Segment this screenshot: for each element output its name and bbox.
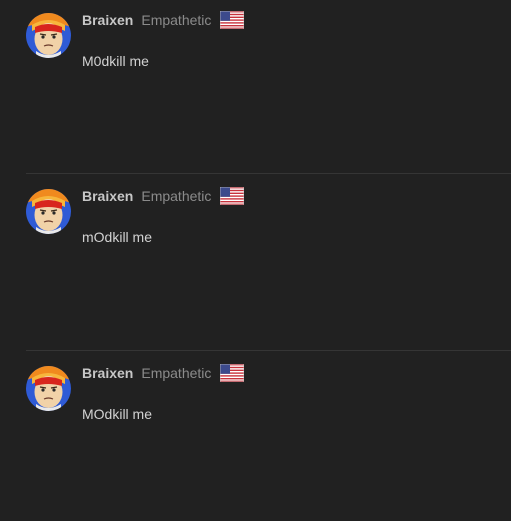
us-flag-icon (220, 11, 245, 29)
avatar[interactable] (26, 189, 71, 234)
post-meta: Braixen Empathetic (82, 185, 245, 207)
username[interactable]: Braixen (82, 365, 133, 381)
user-rank: Empathetic (141, 188, 212, 204)
avatar-image (26, 189, 71, 234)
post-meta: Braixen Empathetic (82, 9, 245, 31)
post-meta: Braixen Empathetic (82, 362, 245, 384)
avatar-image (26, 366, 71, 411)
post-body: M0dkill me (82, 53, 149, 69)
us-flag-icon (220, 364, 245, 382)
post-divider (26, 173, 511, 174)
post-body: MOdkill me (82, 406, 153, 422)
post-feed: Braixen Empathetic M0dkill me Braixen Em… (0, 0, 511, 521)
avatar[interactable] (26, 366, 71, 411)
user-rank: Empathetic (141, 365, 212, 381)
post-divider (26, 350, 511, 351)
user-rank: Empathetic (141, 12, 212, 28)
post-body: mOdkill me (82, 229, 153, 245)
username[interactable]: Braixen (82, 12, 133, 28)
avatar[interactable] (26, 13, 71, 58)
us-flag-icon (220, 187, 245, 205)
username[interactable]: Braixen (82, 188, 133, 204)
avatar-image (26, 13, 71, 58)
